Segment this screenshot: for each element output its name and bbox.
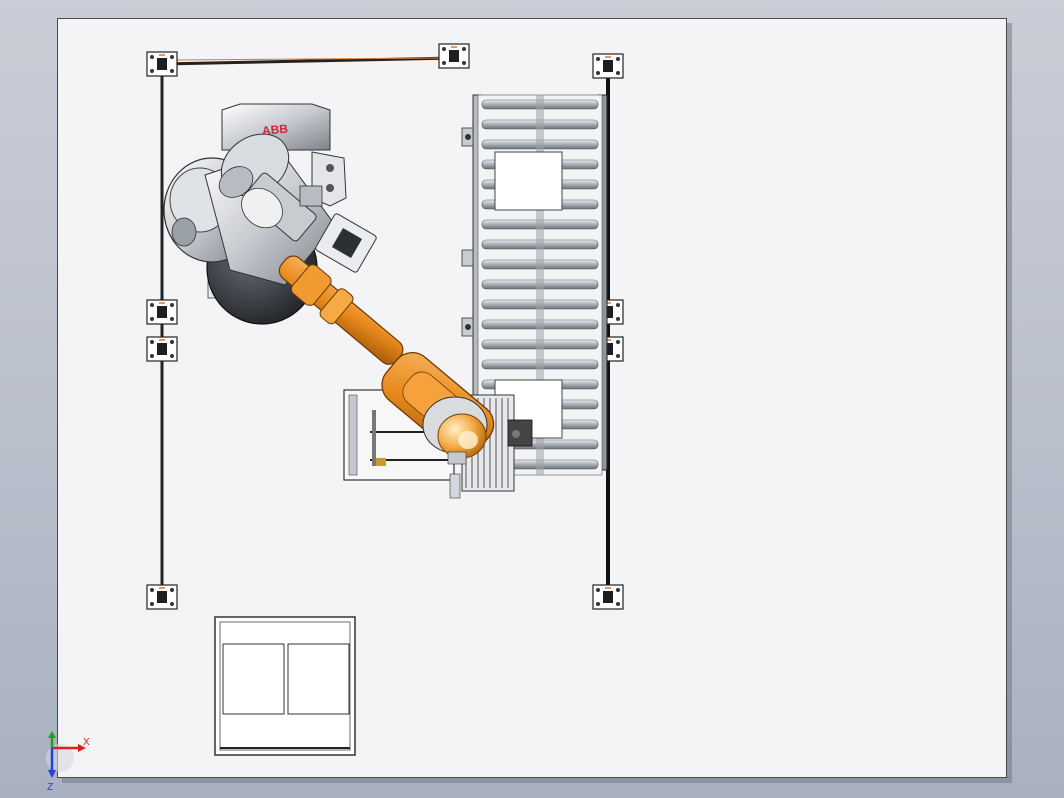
conveyor-side-brackets <box>461 127 474 337</box>
fence-post <box>146 584 178 610</box>
fence-post <box>146 336 178 362</box>
coordinate-triad: X Z <box>46 731 90 793</box>
graphics-viewport[interactable]: ABB X Z <box>0 0 1064 798</box>
fence-post <box>592 584 624 610</box>
fence-post <box>146 51 178 77</box>
pallet-area <box>214 616 356 756</box>
fence-post <box>146 299 178 325</box>
conveyor-box-upper <box>494 151 563 211</box>
fence-post <box>592 53 624 79</box>
cad-scene: ABB X Z <box>46 43 624 793</box>
z-axis-label: Z <box>47 782 53 793</box>
fence-post <box>438 43 470 69</box>
x-axis-label: X <box>83 737 90 748</box>
